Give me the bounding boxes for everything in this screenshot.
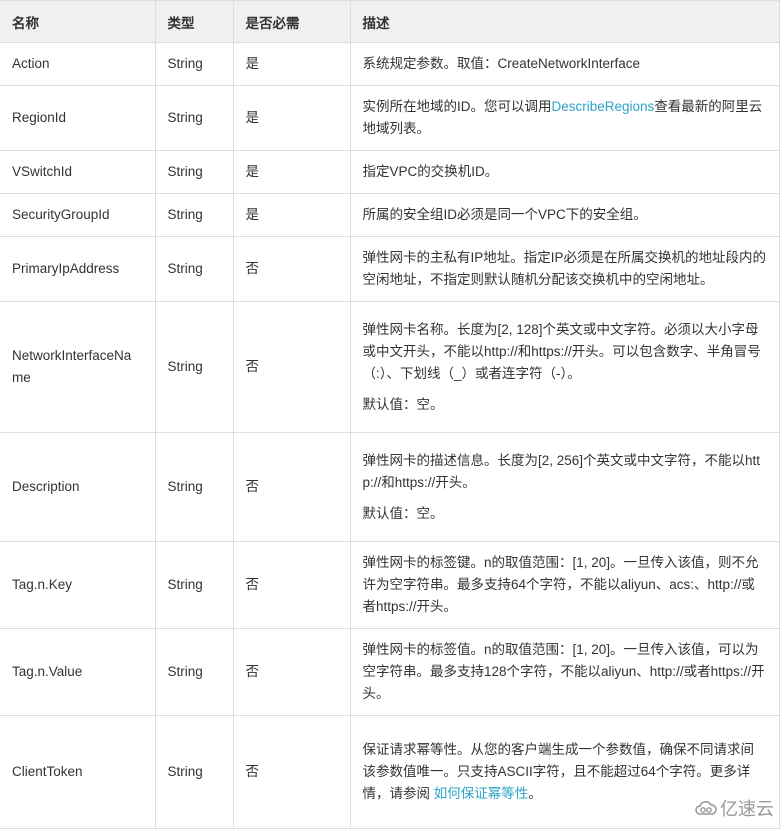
- idempotency-link[interactable]: 如何保证幂等性: [434, 786, 529, 801]
- param-name: ClientToken: [0, 715, 156, 829]
- param-required: 是: [232, 150, 351, 194]
- param-required: 是: [232, 85, 351, 151]
- param-required: 否: [232, 715, 351, 829]
- param-type: String: [154, 85, 234, 151]
- param-name: Description: [0, 432, 156, 542]
- table-row: NetworkInterfaceName String 否 弹性网卡名称。长度为…: [0, 301, 780, 433]
- param-description: 系统规定参数。取值：CreateNetworkInterface: [349, 42, 780, 86]
- description-post: 。: [528, 786, 542, 801]
- param-type: String: [154, 432, 234, 542]
- param-description: 实例所在地域的ID。您可以调用DescribeRegions查看最新的阿里云地域…: [349, 85, 780, 151]
- api-parameters-table: 名称 类型 是否必需 描述 Action String 是 系统规定参数。取值：…: [0, 0, 780, 829]
- param-description: 弹性网卡的标签键。n的取值范围：[1, 20]。一旦传入该值，则不允许为空字符串…: [349, 541, 780, 629]
- cloud-logo-icon: [695, 800, 717, 816]
- param-type: String: [154, 541, 234, 629]
- param-type: String: [154, 42, 234, 86]
- table-row: PrimaryIpAddress String 否 弹性网卡的主私有IP地址。指…: [0, 236, 780, 302]
- description-text: 弹性网卡的标签键。n的取值范围：[1, 20]。一旦传入该值，则不允许为空字符串…: [362, 555, 759, 614]
- default-value-text: 默认值：空。: [362, 396, 444, 412]
- header-name: 名称: [0, 0, 156, 43]
- description-text: 弹性网卡的主私有IP地址。指定IP必须是在所属交换机的地址段内的空闲地址，不指定…: [362, 250, 767, 287]
- param-required: 否: [232, 432, 351, 542]
- description-pre: 实例所在地域的ID。您可以调用: [362, 99, 552, 114]
- param-name: Tag.n.Key: [0, 541, 156, 629]
- param-type: String: [154, 193, 234, 237]
- table-row: Tag.n.Key String 否 弹性网卡的标签键。n的取值范围：[1, 2…: [0, 541, 780, 629]
- param-description: 弹性网卡的主私有IP地址。指定IP必须是在所属交换机的地址段内的空闲地址，不指定…: [349, 236, 780, 302]
- param-name: Action: [0, 42, 156, 86]
- param-required: 否: [232, 236, 351, 302]
- table-row: RegionId String 是 实例所在地域的ID。您可以调用Describ…: [0, 85, 780, 151]
- param-type: String: [154, 150, 234, 194]
- param-type: String: [154, 301, 234, 433]
- table-row: ClientToken String 否 保证请求幂等性。从您的客户端生成一个参…: [0, 715, 780, 829]
- table-row: Action String 是 系统规定参数。取值：CreateNetworkI…: [0, 42, 780, 86]
- header-required: 是否必需: [232, 0, 351, 43]
- description-text: 弹性网卡名称。长度为[2, 128]个英文或中文字符。必须以大小字母或中文开头，…: [362, 321, 761, 381]
- param-description: 弹性网卡的标签值。n的取值范围：[1, 20]。一旦传入该值，可以为空字符串。最…: [349, 628, 780, 716]
- table-row: Description String 否 弹性网卡的描述信息。长度为[2, 25…: [0, 432, 780, 542]
- param-required: 否: [232, 628, 351, 716]
- param-required: 否: [232, 301, 351, 433]
- param-required: 是: [232, 42, 351, 86]
- watermark: 亿速云: [695, 795, 774, 821]
- param-name: RegionId: [0, 85, 156, 151]
- describe-regions-link[interactable]: DescribeRegions: [552, 99, 655, 114]
- description-text: 指定VPC的交换机ID。: [362, 164, 499, 179]
- header-type: 类型: [154, 0, 234, 43]
- param-type: String: [154, 715, 234, 829]
- param-name: PrimaryIpAddress: [0, 236, 156, 302]
- param-name: Tag.n.Value: [0, 628, 156, 716]
- param-type: String: [154, 236, 234, 302]
- param-name: NetworkInterfaceName: [0, 301, 156, 433]
- table-header-row: 名称 类型 是否必需 描述: [0, 0, 780, 43]
- table-row: Tag.n.Value String 否 弹性网卡的标签值。n的取值范围：[1,…: [0, 628, 780, 716]
- watermark-text: 亿速云: [720, 799, 774, 819]
- param-type: String: [154, 628, 234, 716]
- param-name: VSwitchId: [0, 150, 156, 194]
- param-description: 弹性网卡的描述信息。长度为[2, 256]个英文或中文字符，不能以http://…: [349, 432, 780, 542]
- description-text: 所属的安全组ID必须是同一个VPC下的安全组。: [362, 207, 647, 222]
- description-text: 弹性网卡的描述信息。长度为[2, 256]个英文或中文字符，不能以http://…: [362, 452, 761, 490]
- param-required: 否: [232, 541, 351, 629]
- header-description: 描述: [349, 0, 780, 43]
- param-description: 所属的安全组ID必须是同一个VPC下的安全组。: [349, 193, 780, 237]
- param-name: SecurityGroupId: [0, 193, 156, 237]
- description-text: 系统规定参数。取值：CreateNetworkInterface: [362, 56, 641, 71]
- table-row: VSwitchId String 是 指定VPC的交换机ID。: [0, 150, 780, 194]
- table-row: SecurityGroupId String 是 所属的安全组ID必须是同一个V…: [0, 193, 780, 237]
- default-value-text: 默认值：空。: [362, 505, 444, 521]
- param-description: 指定VPC的交换机ID。: [349, 150, 780, 194]
- param-required: 是: [232, 193, 351, 237]
- description-text: 实例所在地域的ID。您可以调用DescribeRegions查看最新的阿里云地域…: [363, 96, 767, 140]
- description-text: 弹性网卡的标签值。n的取值范围：[1, 20]。一旦传入该值，可以为空字符串。最…: [362, 642, 765, 701]
- param-description: 弹性网卡名称。长度为[2, 128]个英文或中文字符。必须以大小字母或中文开头，…: [349, 301, 780, 433]
- description-pre: 保证请求幂等性。从您的客户端生成一个参数值，确保不同请求间该参数值唯一。只支持A…: [362, 742, 755, 801]
